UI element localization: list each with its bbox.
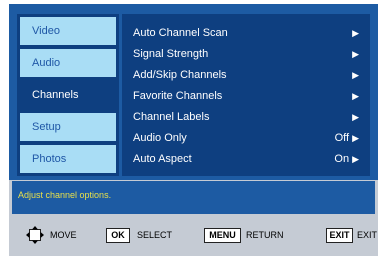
- move-label: MOVE: [50, 230, 77, 240]
- menu-item-value: On: [334, 153, 350, 165]
- select-label: SELECT: [137, 230, 173, 240]
- help-status-bar: Adjust channel options.: [12, 181, 375, 214]
- triangle-right-icon: ▶: [352, 133, 359, 143]
- sidebar-tab-label: Setup: [32, 121, 61, 133]
- sidebar-tab-label: Channels: [32, 89, 79, 101]
- channel-options-panel: Auto Channel Scan ▶ Signal Strength ▶ Ad…: [122, 14, 370, 176]
- menu-item-label: Channel Labels: [133, 111, 210, 123]
- exit-label: EXIT: [357, 230, 378, 240]
- menu-item-label: Audio Only: [133, 132, 187, 144]
- menu-item-label: Add/Skip Channels: [133, 69, 227, 81]
- menu-item-add-skip-channels[interactable]: Add/Skip Channels ▶: [133, 65, 365, 85]
- menu-item-label: Auto Channel Scan: [133, 27, 228, 39]
- tv-osd-menu: Video Audio Channels Setup Photos Auto C…: [9, 4, 378, 256]
- menu-item-favorite-channels[interactable]: Favorite Channels ▶: [133, 86, 365, 106]
- menu-item-audio-only[interactable]: Audio Only Off ▶: [133, 128, 365, 148]
- menu-key: MENU: [204, 228, 241, 243]
- triangle-right-icon: ▶: [352, 28, 359, 38]
- menu-item-auto-aspect[interactable]: Auto Aspect On ▶: [133, 149, 365, 169]
- sidebar-tab-channels[interactable]: Channels: [20, 81, 116, 109]
- sidebar: Video Audio Channels Setup Photos: [17, 14, 119, 176]
- triangle-right-icon: ▶: [352, 49, 359, 59]
- triangle-right-icon: ▶: [352, 112, 359, 122]
- triangle-right-icon: ▶: [352, 70, 359, 80]
- sidebar-tab-label: Video: [32, 25, 60, 37]
- sidebar-tab-video[interactable]: Video: [20, 17, 116, 45]
- help-text: Adjust channel options.: [18, 190, 112, 200]
- menu-item-value: Off: [334, 132, 350, 144]
- menu-item-label: Auto Aspect: [133, 153, 192, 165]
- four-way-arrow-icon: [26, 226, 44, 244]
- menu-item-channel-labels[interactable]: Channel Labels ▶: [133, 107, 365, 127]
- ok-key: OK: [106, 228, 130, 243]
- exit-key: EXIT: [326, 228, 353, 243]
- triangle-right-icon: ▶: [352, 91, 359, 101]
- sidebar-tab-label: Photos: [32, 153, 67, 165]
- menu-item-signal-strength[interactable]: Signal Strength ▶: [133, 44, 365, 64]
- sidebar-tab-audio[interactable]: Audio: [20, 49, 116, 77]
- key-legend-bar: MOVE OK SELECT MENU RETURN EXIT EXIT: [9, 218, 378, 256]
- sidebar-tab-setup[interactable]: Setup: [20, 113, 116, 141]
- menu-item-label: Favorite Channels: [133, 90, 223, 102]
- sidebar-tab-label: Audio: [32, 57, 61, 69]
- return-label: RETURN: [246, 230, 284, 240]
- menu-item-label: Signal Strength: [133, 48, 209, 60]
- menu-item-auto-channel-scan[interactable]: Auto Channel Scan ▶: [133, 23, 365, 43]
- sidebar-tab-photos[interactable]: Photos: [20, 145, 116, 173]
- triangle-right-icon: ▶: [352, 154, 359, 164]
